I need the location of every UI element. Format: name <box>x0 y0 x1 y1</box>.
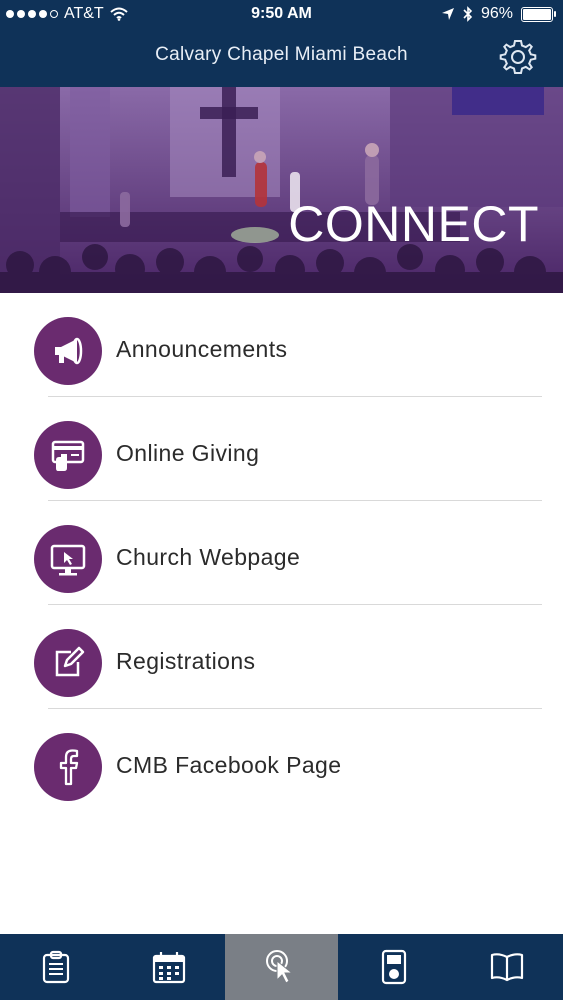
menu-item-label: Announcements <box>116 336 288 362</box>
edit-icon <box>55 646 85 677</box>
connect-menu: Announcements Online Giving Church Webpa… <box>0 293 563 813</box>
page-title: Calvary Chapel Miami Beach <box>155 44 408 65</box>
registrations-icon-badge <box>34 629 102 697</box>
book-icon <box>490 953 523 982</box>
calendar-icon <box>152 952 185 984</box>
status-bar: AT&T 9:50 AM 96% <box>0 0 563 30</box>
card-tap-icon <box>51 440 85 471</box>
bluetooth-icon <box>463 6 473 22</box>
location-arrow-icon <box>441 8 454 20</box>
tab-connect[interactable] <box>225 934 338 1000</box>
tab-bar <box>0 934 563 1000</box>
tab-media[interactable] <box>338 934 451 1000</box>
clipboard-icon <box>43 950 70 984</box>
announcements-icon-badge <box>34 317 102 385</box>
monitor-cursor-icon <box>50 544 86 576</box>
hero-image <box>0 87 563 293</box>
online-giving-icon-badge <box>34 421 102 489</box>
tab-calendar[interactable] <box>113 934 226 1000</box>
battery-icon <box>521 6 556 22</box>
tap-icon <box>266 950 294 984</box>
menu-item-church-webpage[interactable]: Church Webpage <box>0 501 563 605</box>
battery-percent: 96% <box>480 5 513 22</box>
menu-item-registrations[interactable]: Registrations <box>0 605 563 709</box>
megaphone-icon <box>55 337 83 365</box>
menu-item-facebook[interactable]: CMB Facebook Page <box>0 709 563 813</box>
menu-item-label: Online Giving <box>116 440 260 466</box>
menu-item-label: Registrations <box>116 648 256 674</box>
menu-item-online-giving[interactable]: Online Giving <box>0 397 563 501</box>
menu-item-announcements[interactable]: Announcements <box>0 293 563 397</box>
gear-icon[interactable] <box>499 38 537 76</box>
tab-clipboard[interactable] <box>0 934 113 1000</box>
hero-banner: CONNECT <box>0 87 563 293</box>
battery-fill <box>523 8 551 20</box>
ipod-icon <box>381 949 407 985</box>
menu-item-label: Church Webpage <box>116 544 301 570</box>
church-webpage-icon-badge <box>34 525 102 593</box>
facebook-icon-badge <box>34 733 102 801</box>
menu-item-label: CMB Facebook Page <box>116 752 342 778</box>
hero-title: CONNECT <box>288 196 539 252</box>
tab-bible[interactable] <box>450 934 563 1000</box>
top-bar: AT&T 9:50 AM 96% Calvary Chapel Miami Be… <box>0 0 563 87</box>
status-right: 96% <box>441 5 556 23</box>
facebook-icon <box>59 749 79 786</box>
